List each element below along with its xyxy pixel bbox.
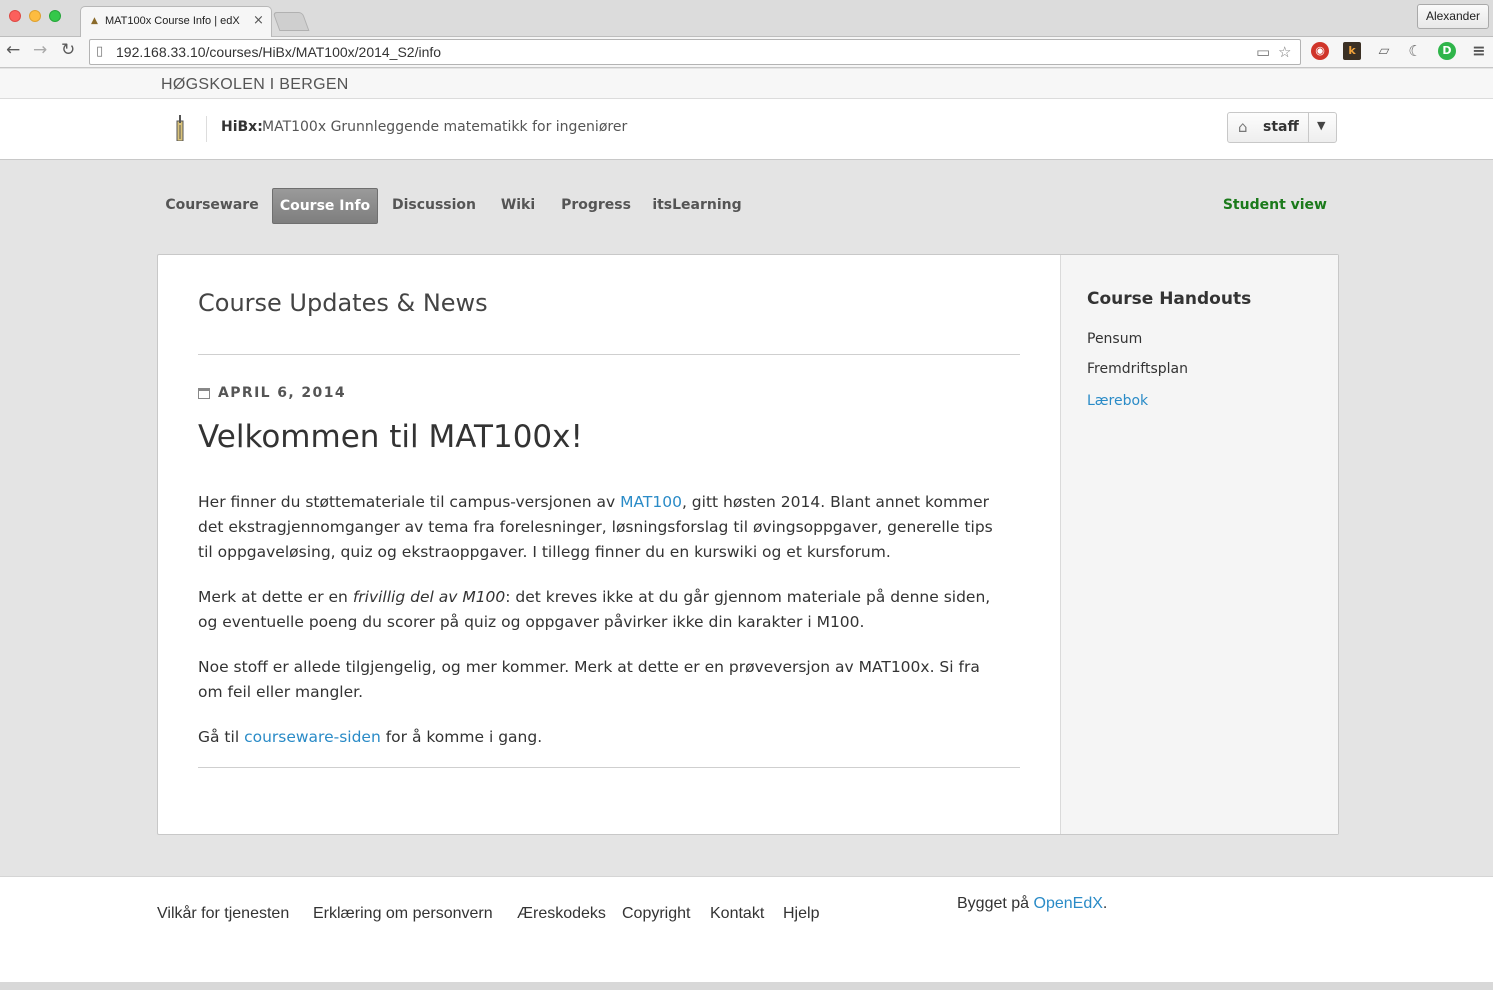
browser-tab[interactable]: ▲ MAT100x Course Info | edX ×	[80, 6, 272, 38]
p2-text-a: Merk at dette er en	[198, 588, 353, 606]
footer-link-contact[interactable]: Kontakt	[710, 905, 764, 923]
browser-tab-bar: ▲ MAT100x Course Info | edX × Alexander	[0, 0, 1493, 38]
tab-progress[interactable]: Progress	[557, 188, 635, 224]
tab-course-info[interactable]: Course Info	[272, 188, 378, 224]
home-icon[interactable]: ⌂	[1238, 118, 1248, 136]
forward-icon[interactable]: →	[33, 40, 47, 60]
post-divider	[198, 767, 1020, 768]
handout-fremdriftsplan[interactable]: Fremdriftsplan	[1087, 361, 1188, 377]
built-prefix: Bygget på	[957, 895, 1034, 912]
handout-laerebok[interactable]: Lærebok	[1087, 393, 1148, 409]
post-date: APRIL 6, 2014	[218, 385, 346, 401]
heading-divider	[198, 354, 1020, 355]
browser-toolbar: ← → ↻ ▯ 192.168.33.10/courses/HiBx/MAT10…	[0, 37, 1493, 68]
url-text[interactable]: 192.168.33.10/courses/HiBx/MAT100x/2014_…	[116, 44, 441, 60]
updates-heading: Course Updates & News	[198, 289, 488, 317]
post-paragraph-3: Noe stoff er allede tilgjengelig, og mer…	[198, 658, 980, 701]
cast-icon[interactable]: ▱	[1375, 42, 1393, 60]
calendar-icon	[198, 388, 210, 399]
extension-green-icon[interactable]: D	[1438, 42, 1456, 60]
extension-red-icon[interactable]: ◉	[1311, 42, 1329, 60]
handouts-sidebar: Course Handouts Pensum Fremdriftsplan Læ…	[1060, 255, 1338, 834]
post-paragraph-2: Merk at dette er en frivillig del av M10…	[198, 585, 1008, 635]
handout-pensum[interactable]: Pensum	[1087, 331, 1142, 347]
content-panel: Course Updates & News APRIL 6, 2014 Velk…	[157, 254, 1339, 835]
student-view-link[interactable]: Student view	[1223, 188, 1327, 224]
post-paragraph-1: Her finner du støttemateriale til campus…	[198, 490, 1008, 565]
favicon-icon: ▲	[91, 16, 98, 26]
course-nav: Courseware Course Info Discussion Wiki P…	[157, 188, 1337, 224]
built-on-text: Bygget på OpenEdX.	[957, 895, 1107, 913]
footer-link-copyright[interactable]: Copyright	[622, 905, 690, 923]
minimize-window-button[interactable]	[29, 10, 41, 22]
menu-icon[interactable]: ≡	[1470, 42, 1488, 60]
new-tab-button[interactable]	[272, 12, 310, 31]
courseware-link[interactable]: courseware-siden	[244, 728, 381, 746]
footer: Vilkår for tjenesten Erklæring om person…	[0, 876, 1493, 982]
course-header: HiBx: MAT100x Grunnleggende matematikk f…	[0, 99, 1493, 160]
post-paragraph-4: Gå til courseware-siden for å komme i ga…	[198, 725, 1008, 750]
tab-wiki[interactable]: Wiki	[493, 188, 543, 224]
footer-link-privacy[interactable]: Erklæring om personvern	[313, 905, 493, 923]
p1-text-a: Her finner du støttemateriale til campus…	[198, 493, 621, 511]
handouts-title: Course Handouts	[1087, 289, 1252, 309]
page-icon: ▯	[96, 44, 104, 59]
p4-text-b: for å komme i gang.	[380, 728, 543, 746]
user-menu[interactable]: ⌂ staff ▼	[1227, 112, 1337, 143]
user-menu-divider	[1308, 113, 1309, 142]
tab-itslearning[interactable]: itsLearning	[649, 188, 745, 224]
tab-close-icon[interactable]: ×	[253, 13, 264, 28]
course-org: HiBx:	[221, 119, 263, 135]
back-icon[interactable]: ←	[6, 40, 20, 60]
close-window-button[interactable]	[9, 10, 21, 22]
openedx-link[interactable]: OpenEdX	[1034, 895, 1103, 912]
bookmark-star-icon[interactable]: ☆	[1278, 43, 1291, 61]
post-title: Velkommen til MAT100x!	[198, 419, 583, 455]
chevron-down-icon[interactable]: ▼	[1317, 119, 1325, 132]
built-suffix: .	[1102, 895, 1108, 912]
extension-k-icon[interactable]: k	[1343, 42, 1361, 60]
institution-bar: HØGSKOLEN I BERGEN	[0, 69, 1493, 99]
tab-discussion[interactable]: Discussion	[385, 188, 483, 224]
reload-icon[interactable]: ↻	[61, 40, 75, 60]
hib-logo-icon	[176, 115, 184, 141]
bottom-strip	[0, 982, 1493, 990]
profile-button[interactable]: Alexander	[1416, 4, 1489, 29]
institution-name: HØGSKOLEN I BERGEN	[161, 76, 349, 93]
course-title: MAT100x Grunnleggende matematikk for ing…	[262, 119, 628, 135]
mat100-link[interactable]: MAT100	[620, 493, 682, 511]
tab-title: MAT100x Course Info | edX	[105, 15, 240, 27]
p2-emphasis: frivillig del av M100	[352, 588, 506, 606]
reader-icon[interactable]: ▭	[1256, 43, 1270, 61]
p4-text-a: Gå til	[198, 728, 245, 746]
username[interactable]: staff	[1263, 119, 1299, 135]
header-separator	[206, 116, 207, 142]
address-bar[interactable]: ▯ 192.168.33.10/courses/HiBx/MAT100x/201…	[89, 39, 1301, 65]
maximize-window-button[interactable]	[49, 10, 61, 22]
tab-courseware[interactable]: Courseware	[157, 188, 267, 224]
footer-link-terms[interactable]: Vilkår for tjenesten	[157, 905, 289, 923]
footer-link-honor-code[interactable]: Æreskodeks	[517, 905, 606, 923]
footer-link-help[interactable]: Hjelp	[783, 905, 819, 923]
moon-icon[interactable]: ☾	[1406, 42, 1424, 60]
